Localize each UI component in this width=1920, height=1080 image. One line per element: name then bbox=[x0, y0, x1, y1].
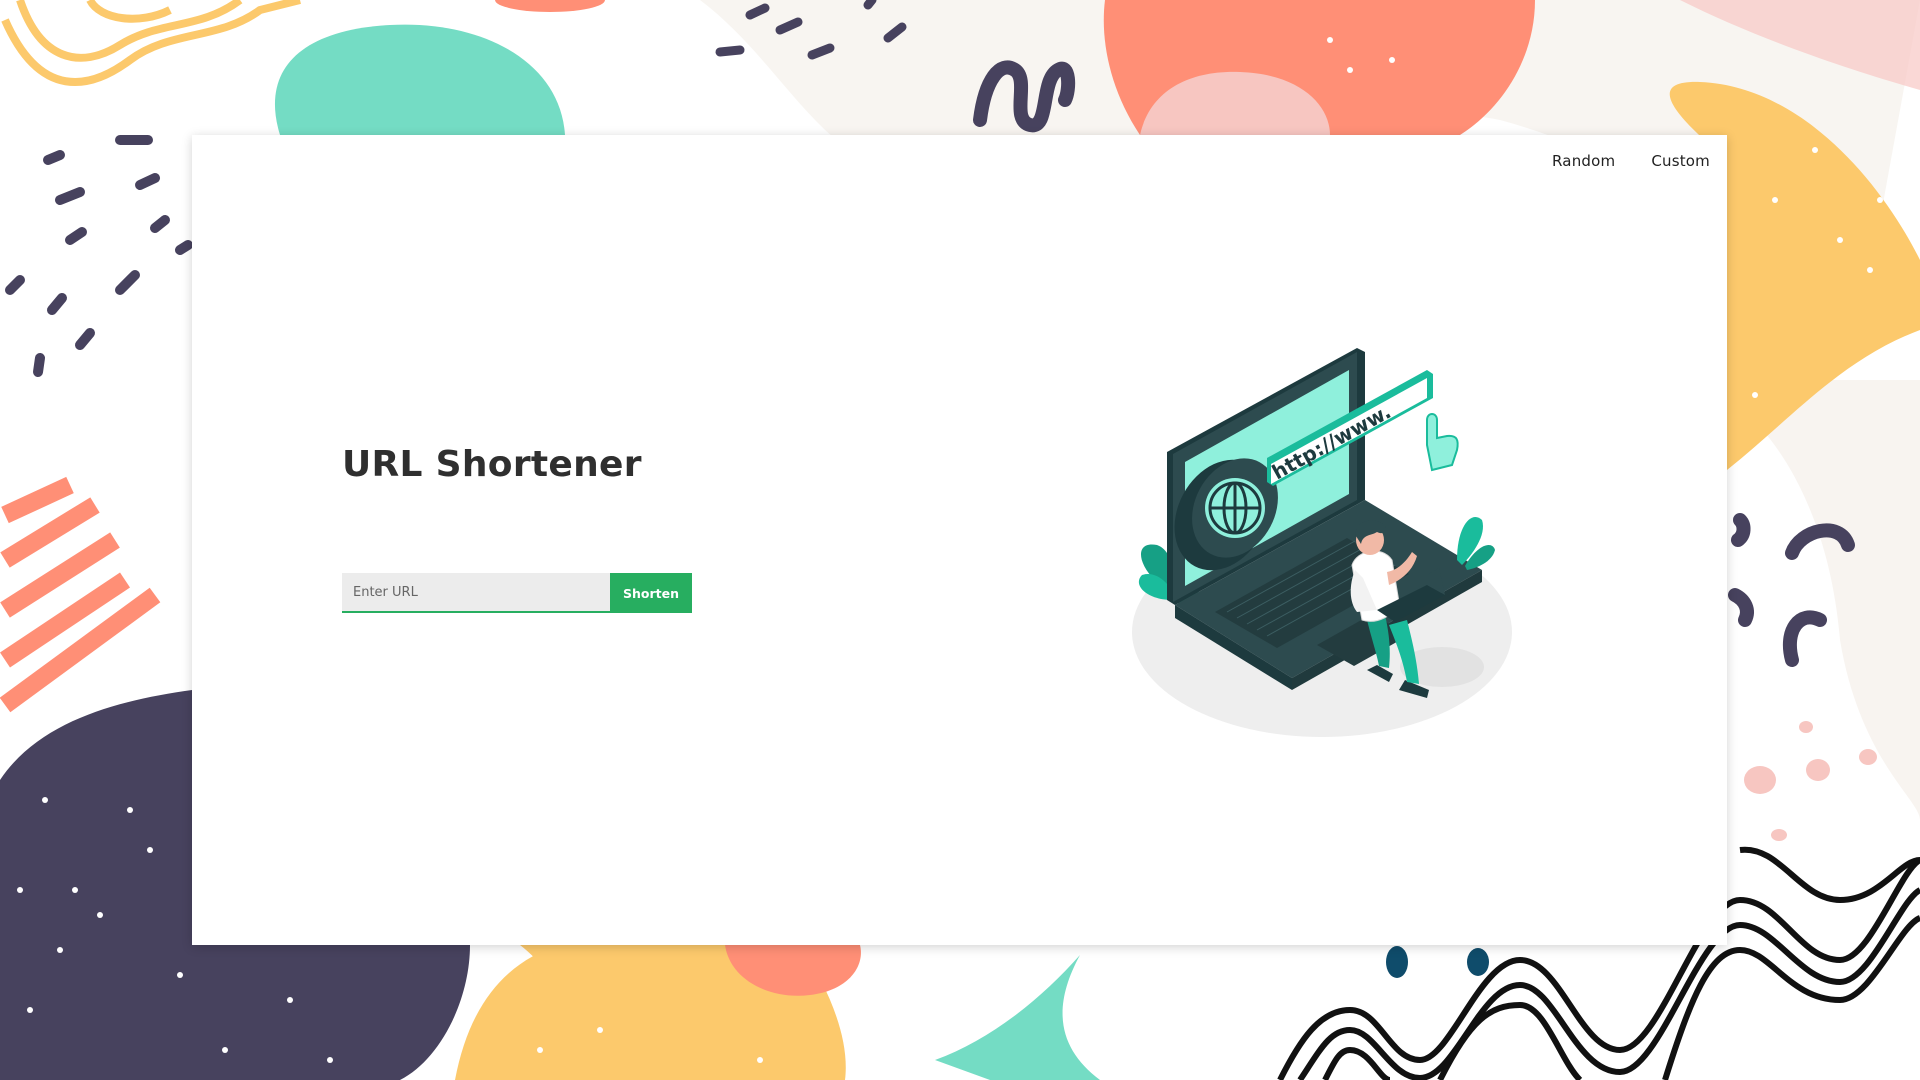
plant-right-icon bbox=[1457, 516, 1495, 570]
nav-custom-link[interactable]: Custom bbox=[1651, 152, 1710, 170]
shorten-form: Shorten bbox=[342, 573, 692, 613]
laptop-url-illustration: http://www. bbox=[1132, 348, 1512, 737]
shorten-button[interactable]: Shorten bbox=[610, 573, 692, 613]
page-title: URL Shortener bbox=[342, 444, 642, 485]
nav-random-link[interactable]: Random bbox=[1552, 152, 1615, 170]
top-nav: Random Custom bbox=[1552, 152, 1710, 170]
url-input[interactable] bbox=[342, 573, 610, 613]
cursor-hand-icon bbox=[1426, 413, 1459, 472]
main-card: Random Custom URL Shortener Shorten bbox=[192, 135, 1727, 945]
